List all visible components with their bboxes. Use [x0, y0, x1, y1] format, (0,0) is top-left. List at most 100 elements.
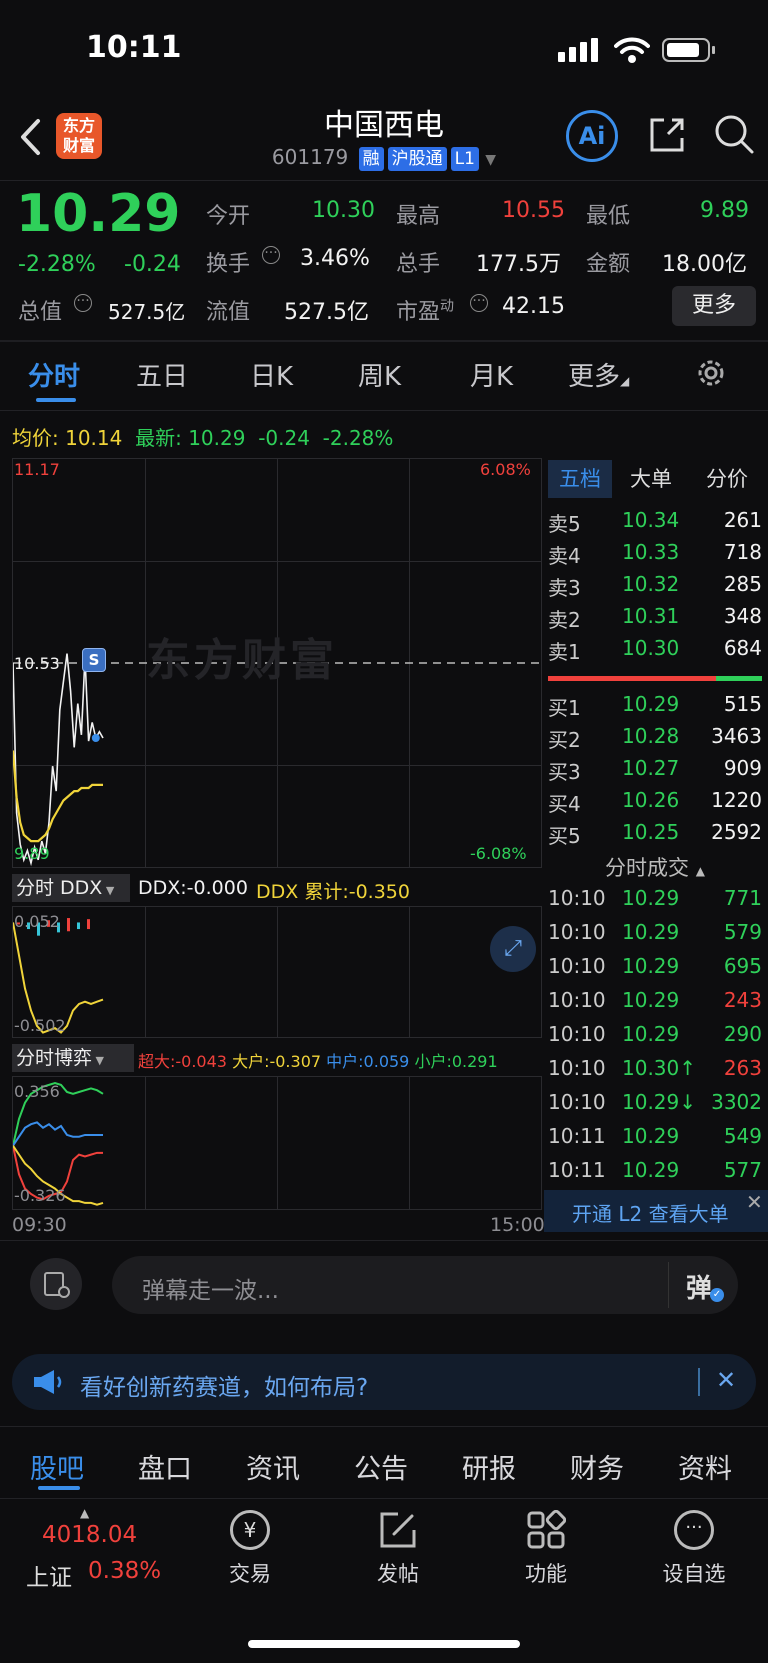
bid-volume: 909 [723, 756, 762, 780]
stock-connect-tag: 沪股通 [387, 147, 447, 171]
nav-watchlist-label: 设自选 [662, 1562, 726, 1586]
trade-volume: 579 [723, 920, 762, 944]
trade-row: 10:10 10.29 579 [548, 920, 764, 950]
trade-time: 10:11 [548, 1124, 606, 1148]
high-label: 最高 [396, 204, 441, 229]
tab-research[interactable]: 研报 [462, 1447, 516, 1486]
ask-row[interactable]: 卖3 10.32 285 [548, 572, 764, 602]
trade-price: 10.29 [622, 1022, 680, 1046]
trade-time: 10:10 [548, 920, 606, 944]
notice-close-icon[interactable]: ✕ [716, 1366, 736, 1394]
float-value: 527.5亿 [284, 300, 369, 325]
dropdown-caret-icon[interactable]: ▼ [485, 152, 496, 168]
turnover-value: 3.46% [300, 246, 370, 271]
y-bottom-label: 9.89 [14, 844, 50, 863]
more-button[interactable]: 更多 [672, 286, 756, 326]
nav-trade-label: 交易 [229, 1562, 271, 1586]
ask-row[interactable]: 卖1 10.30 684 [548, 636, 764, 666]
tab-pankou[interactable]: 盘口 [138, 1447, 192, 1486]
tab-daily-k[interactable]: 日K [250, 356, 293, 393]
tab-guba[interactable]: 股吧 [30, 1447, 84, 1486]
ask-price: 10.32 [622, 572, 680, 596]
close-icon[interactable]: ✕ [746, 1190, 763, 1214]
bid-row[interactable]: 买4 10.26 1220 [548, 788, 764, 818]
bid-volume: 2592 [711, 820, 762, 844]
search-icon[interactable] [712, 112, 756, 156]
bid-row[interactable]: 买5 10.25 2592 [548, 820, 764, 850]
share-icon[interactable] [646, 114, 688, 156]
info-dots-icon[interactable]: ··· [74, 294, 92, 312]
tab-profile[interactable]: 资料 [678, 1447, 732, 1486]
index-ticker[interactable]: ▲ 4018.04 上证 0.38% [0, 1502, 186, 1612]
tab-intraday[interactable]: 分时 [28, 356, 80, 393]
l2-banner[interactable]: 开通 L2 查看大单 ✕ [544, 1190, 768, 1232]
settings-gear-icon[interactable] [694, 356, 728, 390]
game-legend: 超大:-0.043 大户:-0.307 中户:0.059 小户:0.291 [138, 1048, 498, 1072]
amount-label: 金额 [586, 252, 631, 277]
y-top-label: 11.17 [14, 460, 60, 479]
bid-price: 10.26 [622, 788, 680, 812]
orderbook-tab-big[interactable]: 大单 [630, 460, 672, 498]
bid-label: 买5 [548, 824, 581, 848]
orderbook-tab-price[interactable]: 分价 [706, 460, 748, 498]
info-dots-icon[interactable]: ··· [262, 246, 280, 264]
ask-volume: 285 [723, 572, 762, 596]
ai-button[interactable]: Ai [566, 110, 618, 162]
trade-time: 10:10 [548, 1022, 606, 1046]
mktcap-value: 527.5亿 [108, 300, 186, 324]
danmaku-send-button[interactable]: 弹 [686, 1268, 712, 1305]
expand-icon[interactable]: ⤢ [490, 926, 536, 972]
notice-text: 看好创新药赛道，如何布局? [80, 1375, 369, 1401]
wifi-icon [614, 37, 650, 63]
trade-price: 10.29 [622, 1158, 680, 1182]
game-selector[interactable]: 分时博弈 ▼ [12, 1044, 134, 1072]
info-dots-icon[interactable]: ··· [470, 294, 488, 312]
ask-row[interactable]: 卖5 10.34 261 [548, 508, 764, 538]
ask-label: 卖5 [548, 512, 581, 536]
bid-row[interactable]: 买3 10.27 909 [548, 756, 764, 786]
bid-volume: 3463 [711, 724, 762, 748]
ddx-svg [13, 918, 104, 1034]
ddx-selector[interactable]: 分时 DDX ▼ [12, 874, 130, 902]
yen-exchange-icon: ¥ [230, 1510, 270, 1550]
tab-more[interactable]: 更多◢ [568, 356, 629, 393]
avg-label: 均价: [12, 426, 59, 450]
tab-announcement[interactable]: 公告 [354, 1447, 408, 1486]
ask-label: 卖1 [548, 640, 581, 664]
tab-monthly-k[interactable]: 月K [470, 356, 513, 393]
x-end-label: 15:00 [490, 1214, 545, 1236]
trade-price: 10.29 [622, 1124, 680, 1148]
index-change: 0.38% [88, 1558, 162, 1584]
change-percent: -2.28% [18, 252, 96, 277]
bid-row[interactable]: 买2 10.28 3463 [548, 724, 764, 754]
latest-change-pct: -2.28% [322, 426, 394, 450]
bid-row[interactable]: 买1 10.29 515 [548, 692, 764, 722]
pe-label: 市盈动 [396, 298, 455, 325]
tab-finance[interactable]: 财务 [570, 1447, 624, 1486]
trade-price: 10.29 [622, 886, 680, 910]
orderbook-tab-five[interactable]: 五档 [548, 460, 612, 498]
mid-value: 中户:0.059 [326, 1052, 410, 1071]
trade-time: 10:10 [548, 954, 606, 978]
notice-bar[interactable]: 看好创新药赛道，如何布局? ✕ [12, 1354, 756, 1410]
bid-label: 买3 [548, 760, 581, 784]
trades-title[interactable]: 分时成交 ▲ [548, 852, 762, 882]
check-badge-icon: ✓ [710, 1288, 724, 1302]
sell-signal-marker[interactable]: S [82, 648, 106, 672]
low-label: 最低 [586, 204, 631, 229]
avg-value: 10.14 [65, 426, 123, 450]
ask-row[interactable]: 卖2 10.31 348 [548, 604, 764, 634]
ddx-chart[interactable] [12, 906, 542, 1038]
tab-five-day[interactable]: 五日 [136, 356, 188, 393]
bid-price: 10.29 [622, 692, 680, 716]
game-chart[interactable] [12, 1076, 542, 1210]
trade-row: 10:10 10.29↓ 3302 [548, 1090, 764, 1120]
tab-news[interactable]: 资讯 [246, 1447, 300, 1486]
mktcap-label: 总值 [18, 300, 63, 325]
danmaku-toggle-icon[interactable] [30, 1258, 82, 1310]
comment-input[interactable]: 弹幕走一波... 弹 ✓ [112, 1256, 738, 1314]
ask-row[interactable]: 卖4 10.33 718 [548, 540, 764, 570]
tab-weekly-k[interactable]: 周K [358, 356, 401, 393]
megaphone-icon [34, 1370, 62, 1394]
nav-function-label: 功能 [525, 1562, 567, 1586]
